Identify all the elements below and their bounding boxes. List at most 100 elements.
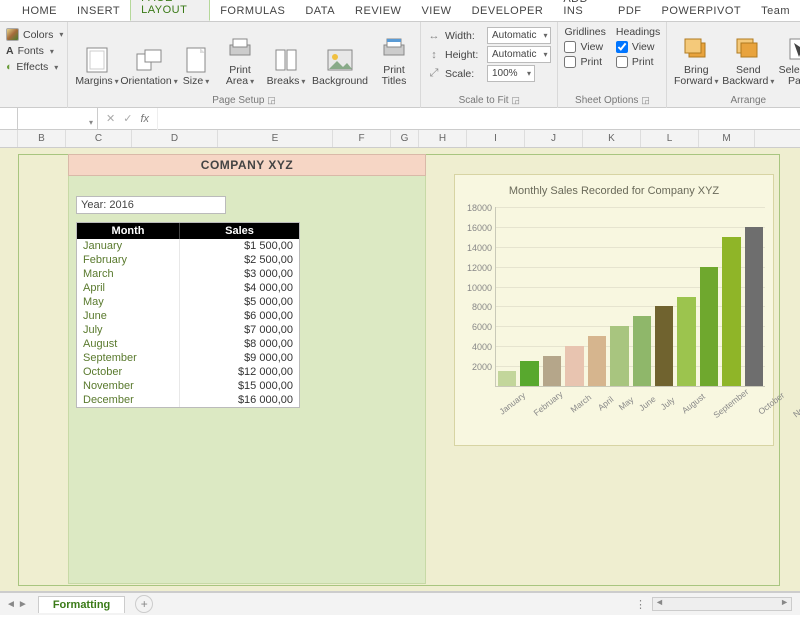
ribbon-tab-powerpivot[interactable]: POWERPIVOT [652,2,752,21]
background-button[interactable]: Background [312,24,368,88]
selection-pane-button[interactable]: Selection Pane [777,24,800,88]
x-tick: October [756,390,786,417]
month-cell: May [77,295,180,309]
column-header-B[interactable]: B [18,130,66,147]
ribbon-tab-data[interactable]: DATA [295,2,345,21]
table-row[interactable]: August$8 000,00 [77,337,299,351]
page-setup-dialog-launcher[interactable]: ◲ [267,95,276,105]
column-header-H[interactable]: H [419,130,467,147]
margins-button[interactable]: Margins▾ [74,24,120,88]
bar[interactable] [498,371,516,386]
table-row[interactable]: October$12 000,00 [77,365,299,379]
bar[interactable] [655,306,673,386]
sales-cell: $15 000,00 [180,379,299,393]
width-combo[interactable]: Automatic [487,27,551,44]
table-row[interactable]: April$4 000,00 [77,281,299,295]
month-cell: February [77,253,180,267]
fx-icon[interactable]: fx [140,113,149,125]
column-header-J[interactable]: J [525,130,583,147]
breaks-button[interactable]: Breaks▾ [266,24,306,88]
bar[interactable] [633,316,651,386]
sheet-options-dialog-launcher[interactable]: ◲ [641,95,650,105]
table-row[interactable]: December$16 000,00 [77,393,299,407]
bar[interactable] [520,361,538,386]
chart-title: Monthly Sales Recorded for Company XYZ [455,175,773,203]
x-tick: March [569,392,594,414]
table-row[interactable]: November$15 000,00 [77,379,299,393]
x-tick: November [791,387,800,419]
ribbon-tab-team[interactable]: Team [751,2,800,21]
sheet-nav[interactable]: ◄► [0,599,34,610]
table-row[interactable]: February$2 500,00 [77,253,299,267]
year-cell[interactable]: Year: 2016 [76,196,226,214]
ribbon-tab-page-layout[interactable]: PAGE LAYOUT [130,0,210,21]
scale-dialog-launcher[interactable]: ◲ [511,95,520,105]
ribbon-tab-add-ins[interactable]: ADD-INS [553,0,608,21]
month-cell: August [77,337,180,351]
headings-view-checkbox[interactable]: View [616,41,660,53]
ribbon-tab-review[interactable]: REVIEW [345,2,411,21]
table-row[interactable]: January$1 500,00 [77,239,299,253]
month-cell: July [77,323,180,337]
table-row[interactable]: March$3 000,00 [77,267,299,281]
name-box[interactable] [18,108,98,130]
month-cell: October [77,365,180,379]
headings-print-checkbox[interactable]: Print [616,56,660,68]
bar[interactable] [543,356,561,386]
column-header-K[interactable]: K [583,130,641,147]
gridlines-view-checkbox[interactable]: View [564,41,605,53]
print-titles-button[interactable]: Print Titles [374,24,414,88]
ribbon-tab-developer[interactable]: DEVELOPER [462,2,554,21]
column-header-L[interactable]: L [641,130,699,147]
table-row[interactable]: July$7 000,00 [77,323,299,337]
bar[interactable] [745,227,763,386]
table-row[interactable]: June$6 000,00 [77,309,299,323]
worksheet-area[interactable]: COMPANY XYZ Year: 2016 Month Sales Janua… [0,148,800,592]
height-combo[interactable]: Automatic [487,46,551,63]
send-backward-button[interactable]: Send Backward▾ [725,24,771,88]
sales-cell: $12 000,00 [180,365,299,379]
effects-button[interactable]: ◐Effects▾ [6,61,58,73]
ribbon-tab-formulas[interactable]: FORMULAS [210,2,295,21]
fonts-button[interactable]: AFonts▾ [6,45,54,57]
tab-split-handle[interactable]: ⋮ [635,598,646,611]
size-button[interactable]: Size▾ [178,24,214,88]
column-headers[interactable]: BCDEFGHIJKLM [0,130,800,148]
column-header-G[interactable]: G [391,130,419,147]
bar[interactable] [677,297,695,387]
column-header-M[interactable]: M [699,130,755,147]
bring-forward-button[interactable]: Bring Forward▾ [673,24,719,88]
new-sheet-button[interactable]: + [135,595,153,613]
ribbon-tab-pdf[interactable]: PDF [608,2,652,21]
column-header-E[interactable]: E [218,130,333,147]
gridlines-print-checkbox[interactable]: Print [564,56,605,68]
ribbon-tab-home[interactable]: HOME [12,2,67,21]
enter-icon[interactable]: ✓ [123,112,132,125]
column-header-F[interactable]: F [333,130,391,147]
y-tick: 4000 [472,342,492,352]
bar[interactable] [610,326,628,386]
colors-button[interactable]: Colors▾ [6,28,63,41]
sales-table[interactable]: Month Sales January$1 500,00February$2 5… [76,222,300,408]
table-row[interactable]: September$9 000,00 [77,351,299,365]
bar[interactable] [700,267,718,386]
scale-combo[interactable]: 100% [487,65,535,82]
chart[interactable]: Monthly Sales Recorded for Company XYZ 2… [454,174,774,446]
ribbon-tab-view[interactable]: VIEW [411,2,461,21]
orientation-button[interactable]: Orientation▾ [126,24,172,88]
column-header-I[interactable]: I [467,130,525,147]
table-row[interactable]: May$5 000,00 [77,295,299,309]
company-title: COMPANY XYZ [68,154,426,176]
column-header-C[interactable]: C [66,130,132,147]
sheet-tab-formatting[interactable]: Formatting [38,596,125,613]
y-tick: 14000 [467,243,492,253]
bar[interactable] [565,346,583,386]
print-area-button[interactable]: Print Area▾ [220,24,260,88]
bar[interactable] [588,336,606,386]
bar[interactable] [722,237,740,386]
formula-input[interactable] [157,108,800,130]
cancel-icon[interactable]: ✕ [106,112,115,125]
ribbon-tab-insert[interactable]: INSERT [67,2,130,21]
horizontal-scrollbar[interactable] [652,597,792,611]
column-header-D[interactable]: D [132,130,218,147]
